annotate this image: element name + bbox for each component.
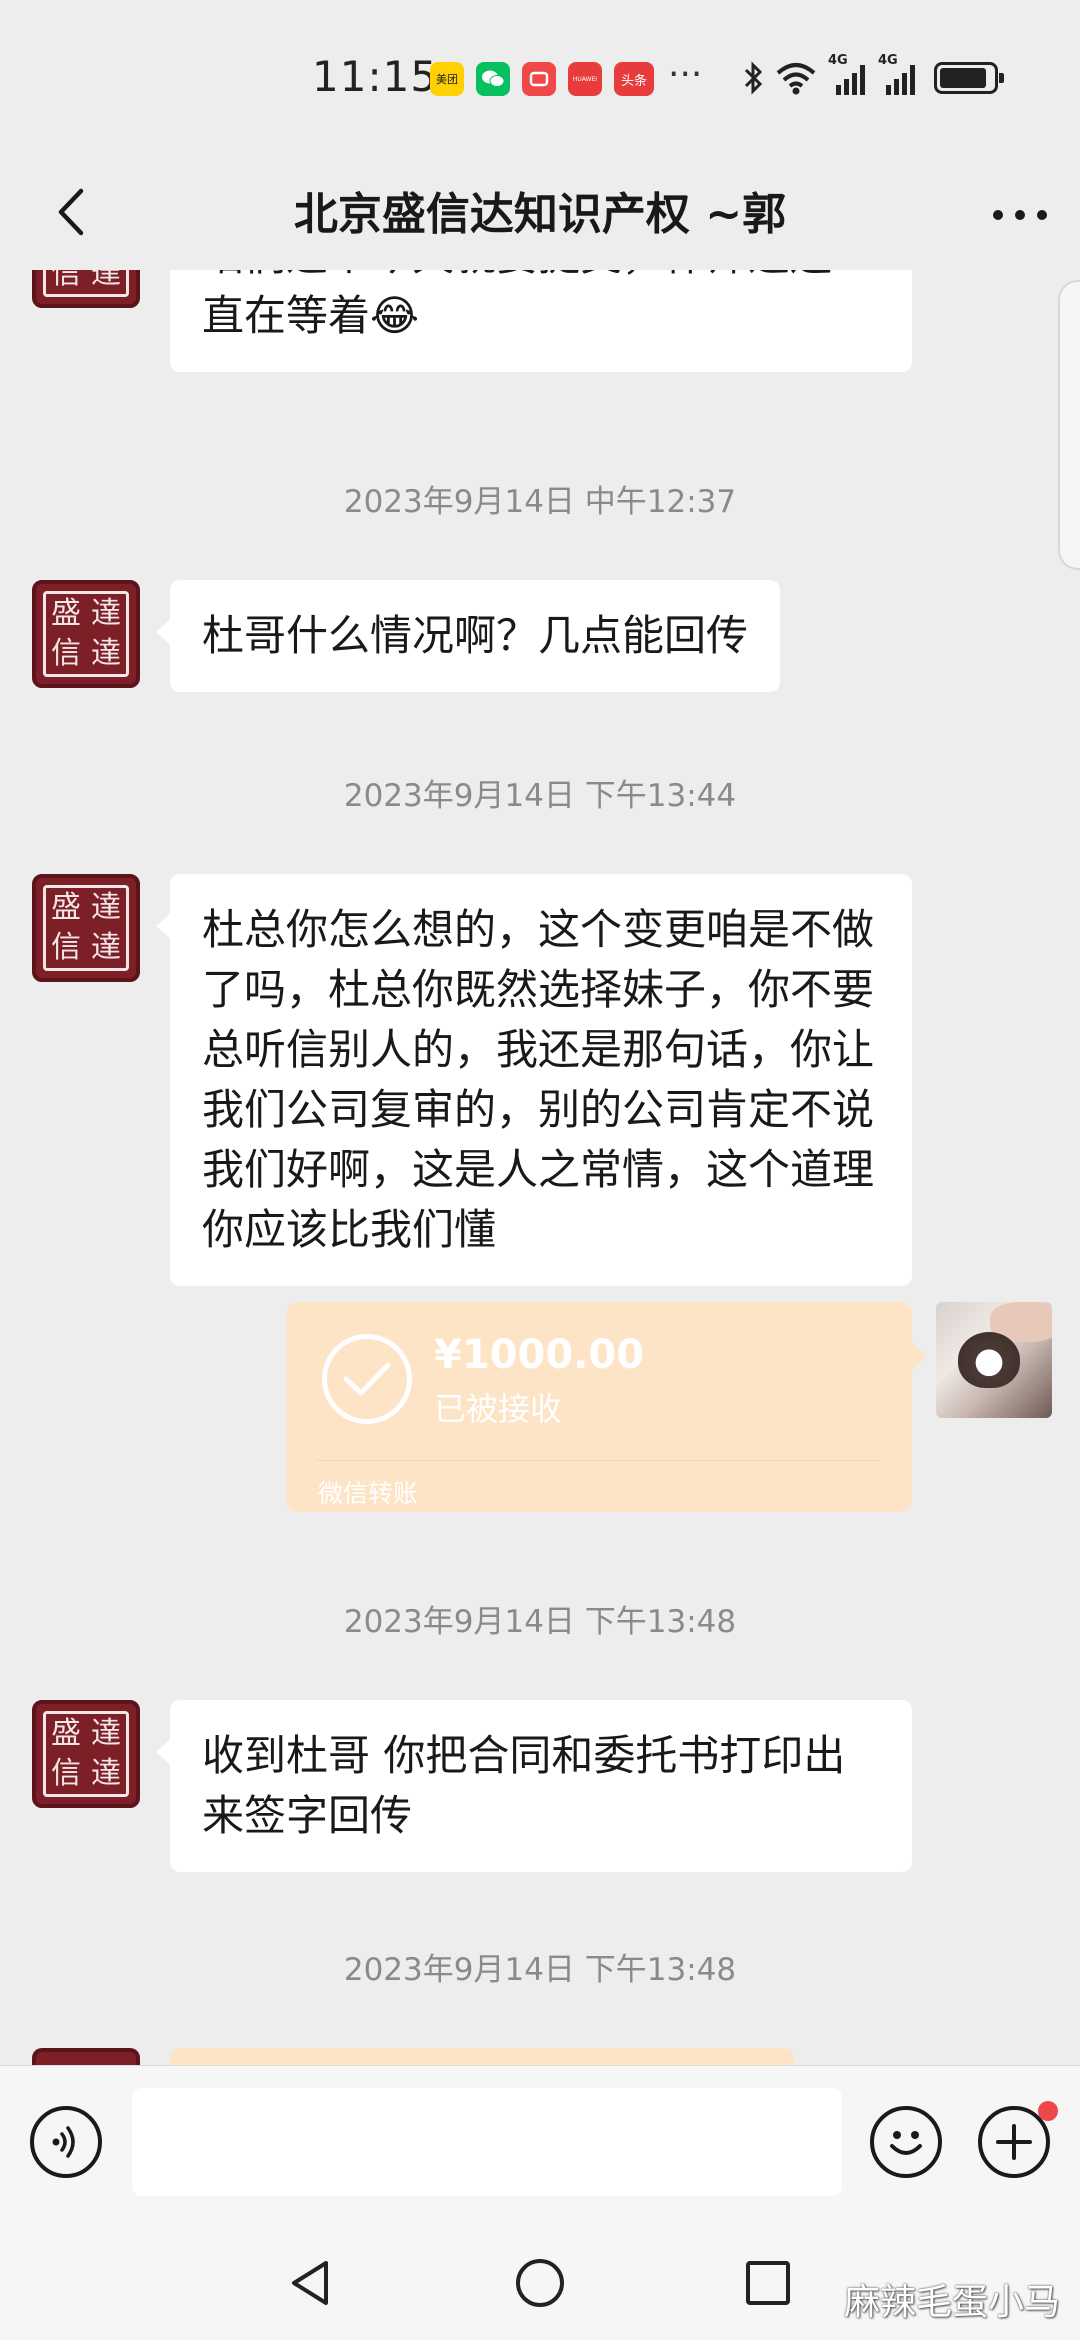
message-list[interactable]: 盛達 信達 咱们这个今天就要提交，律师这边一直在等着😂 2023年9月14日 中…: [0, 270, 1080, 2065]
red-app-icon: [522, 62, 556, 96]
signal-icon: 4G: [828, 53, 868, 95]
message-bubble-partial[interactable]: [170, 2048, 794, 2065]
message-bubble[interactable]: 杜哥什么情况啊？几点能回传: [155, 580, 781, 692]
huawei-icon: HUAWEI: [568, 62, 602, 96]
message-bubble[interactable]: 咱们这个今天就要提交，律师这边一直在等着😂: [170, 270, 912, 372]
message-bubble[interactable]: 杜总你怎么想的，这个变更咱是不做了吗，杜总你既然选择妹子，你不要总听信别人的，我…: [156, 874, 912, 1286]
status-time: 11:15: [312, 52, 439, 101]
wechat-transfer-card[interactable]: ¥1000.00 已被接收 微信转账: [286, 1302, 927, 1512]
side-edge-handle[interactable]: [1058, 280, 1080, 570]
contact-avatar[interactable]: 盛達 信達: [32, 1700, 140, 1808]
more-notifications-icon: ···: [668, 54, 703, 95]
emoji-icon[interactable]: [870, 2106, 942, 2178]
status-bar: 11:15 美团 HUAWEI 头条 ··· 4G 4G: [0, 0, 1080, 160]
system-status: 4G 4G: [742, 53, 1004, 96]
message-input[interactable]: [132, 2088, 842, 2196]
voice-icon[interactable]: [30, 2106, 102, 2178]
more-options-icon[interactable]: [990, 190, 1050, 240]
watermark: 麻辣毛蛋小马: [843, 2282, 1060, 2323]
transfer-label: 微信转账: [318, 1479, 419, 1508]
message-timestamp: 2023年9月14日 下午13:44: [343, 778, 737, 814]
message-bubble[interactable]: 收到杜哥 你把合同和委托书打印出来签字回传: [156, 1700, 912, 1872]
bluetooth-icon: [744, 61, 763, 95]
system-nav-bar: 麻辣毛蛋小马: [0, 2225, 1080, 2340]
nav-back-icon[interactable]: [280, 2253, 340, 2313]
input-bar: [0, 2065, 1080, 2225]
nav-recents-icon[interactable]: [738, 2253, 798, 2313]
transfer-amount: ¥1000.00: [434, 1332, 645, 1378]
contact-avatar[interactable]: 盛達 信達: [32, 580, 140, 688]
chat-title: 北京盛信达知识产权 ~郭: [293, 189, 787, 240]
my-avatar[interactable]: [936, 1302, 1052, 1418]
contact-avatar[interactable]: [32, 2048, 140, 2065]
message-timestamp: 2023年9月14日 下午13:48: [343, 1952, 737, 1988]
chat-header: 北京盛信达知识产权 ~郭: [0, 160, 1080, 270]
divider: [316, 1460, 882, 1461]
wechat-icon: [476, 62, 510, 96]
message-timestamp: 2023年9月14日 中午12:37: [343, 484, 737, 520]
signal-icon: 4G: [878, 53, 918, 95]
checkmark-icon: [322, 1334, 412, 1424]
transfer-status: 已被接收: [434, 1390, 563, 1428]
nav-home-icon[interactable]: [510, 2253, 570, 2313]
contact-avatar[interactable]: 盛達 信達: [32, 874, 140, 982]
message-timestamp: 2023年9月14日 下午13:48: [343, 1604, 737, 1640]
wifi-icon: [776, 63, 816, 95]
notification-icons: 美团 HUAWEI 头条: [430, 62, 654, 96]
toutiao-icon: 头条: [614, 62, 654, 96]
contact-avatar[interactable]: 盛達 信達: [32, 270, 140, 308]
battery-icon: [934, 62, 1004, 94]
notification-dot: [1038, 2101, 1058, 2121]
meituan-icon: 美团: [430, 62, 464, 96]
